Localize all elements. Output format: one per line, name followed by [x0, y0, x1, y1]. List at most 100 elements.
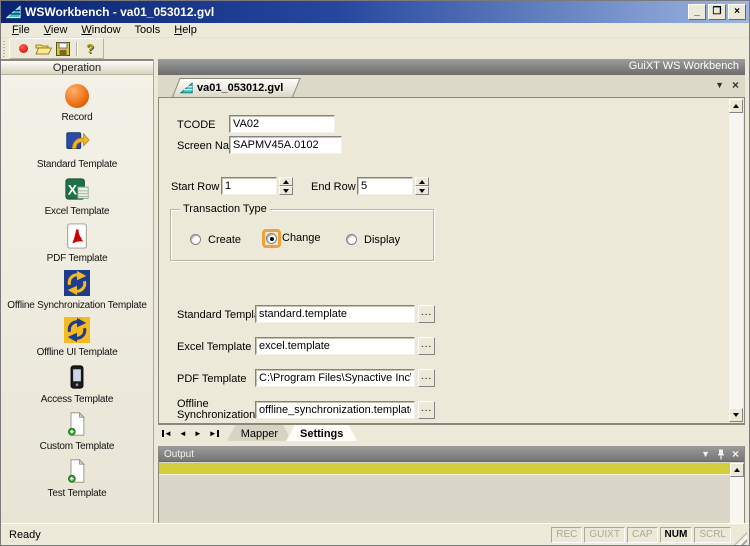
pdf-template-input[interactable]: [255, 369, 415, 387]
offline-ui-template-icon: [63, 316, 91, 344]
status-rec: REC: [551, 527, 582, 543]
record-sphere-icon: [63, 82, 91, 110]
sidebar-item-excel-template[interactable]: X Excel Template: [1, 175, 153, 217]
radio-create-circle[interactable]: [190, 234, 201, 245]
tab-nav-buttons: ◄ ◄ ► ►: [158, 425, 227, 441]
radio-create-label: Create: [208, 234, 241, 246]
last-tab-icon[interactable]: ►: [209, 429, 219, 438]
menu-view[interactable]: View: [37, 24, 75, 36]
sidebar-header: Operation: [1, 59, 153, 75]
sidebar-item-standard-template[interactable]: Standard Template: [1, 128, 153, 170]
end-row-up-button[interactable]: [415, 177, 429, 186]
menu-tools[interactable]: Tools: [128, 24, 168, 36]
excel-template-icon: X: [63, 175, 91, 203]
output-title-bar: Output ▼ ×: [159, 446, 744, 461]
tcode-input[interactable]: [229, 115, 335, 133]
output-scrollbar[interactable]: [730, 463, 744, 525]
first-tab-icon[interactable]: ◄: [162, 429, 172, 438]
output-dropdown-icon[interactable]: ▼: [701, 448, 710, 460]
open-button[interactable]: [33, 40, 53, 57]
prev-tab-icon[interactable]: ◄: [179, 429, 187, 438]
menu-help[interactable]: Help: [167, 24, 204, 36]
save-button[interactable]: [53, 40, 73, 57]
radio-create[interactable]: Create: [188, 232, 241, 247]
end-row-spinner: [357, 177, 429, 195]
document-tab-row: va01_053012.gvl ▼ ×: [158, 75, 745, 97]
sidebar-item-offline-sync-template[interactable]: Offline Synchronization Template: [1, 269, 153, 311]
help-icon: ?: [86, 41, 94, 56]
settings-panel: TCODE Screen Name Start Row End Row: [158, 97, 745, 424]
screen-name-input[interactable]: [229, 136, 342, 154]
start-row-input[interactable]: [221, 177, 277, 195]
radio-change[interactable]: Change: [266, 232, 321, 244]
minimize-button[interactable]: _: [688, 4, 706, 20]
end-row-down-button[interactable]: [415, 186, 429, 195]
record-button[interactable]: [13, 40, 33, 57]
open-folder-icon: [35, 42, 52, 55]
output-close-icon[interactable]: ×: [732, 448, 739, 460]
sidebar-item-label: Record: [1, 112, 153, 123]
offline-synchronization-input[interactable]: [255, 401, 415, 419]
output-title: Output: [164, 449, 701, 460]
tab-va01-053012[interactable]: va01_053012.gvl: [172, 78, 293, 97]
next-tab-icon[interactable]: ►: [194, 429, 202, 438]
guixt-logo-icon: [180, 82, 193, 94]
output-scroll-up-icon[interactable]: [730, 463, 744, 477]
offline-synchronization-browse-button[interactable]: ...: [418, 401, 435, 419]
scroll-down-icon[interactable]: [729, 408, 743, 422]
toolbar: ?: [1, 38, 749, 59]
window-title: WSWorkbench - va01_053012.gvl: [25, 5, 688, 19]
sidebar-item-custom-template[interactable]: Custom Template: [1, 410, 153, 452]
transaction-type-groupbox: Transaction Type Create Change Display: [170, 209, 434, 261]
standard-template-browse-button[interactable]: ...: [418, 305, 435, 323]
help-button[interactable]: ?: [80, 40, 100, 57]
sidebar-item-label: PDF Template: [1, 253, 153, 264]
sidebar-item-label: Test Template: [1, 488, 153, 499]
start-row-up-button[interactable]: [279, 177, 293, 186]
sidebar-item-access-template[interactable]: Access Template: [1, 363, 153, 405]
sidebar-item-record[interactable]: Record: [1, 82, 153, 123]
end-row-label: End Row: [311, 181, 356, 193]
resize-grip-icon[interactable]: [734, 532, 747, 545]
pdf-template-browse-button[interactable]: ...: [418, 369, 435, 387]
standard-template-input[interactable]: [255, 305, 415, 323]
sidebar-item-label: Offline UI Template: [1, 347, 153, 358]
output-panel: Output ▼ ×: [158, 446, 745, 526]
sidebar-item-pdf-template[interactable]: PDF Template: [1, 222, 153, 264]
app-window: WSWorkbench - va01_053012.gvl _ ❐ × File…: [0, 0, 750, 546]
scroll-up-icon[interactable]: [729, 99, 743, 113]
close-button[interactable]: ×: [728, 4, 746, 20]
sidebar-item-test-template[interactable]: Test Template: [1, 457, 153, 499]
output-pin-icon[interactable]: [717, 449, 725, 460]
pdf-template-icon: [63, 222, 91, 250]
change-highlight-box: [262, 229, 281, 248]
status-indicators: REC GUIXT CAP NUM SCRL: [551, 527, 731, 543]
radio-display-circle[interactable]: [346, 234, 357, 245]
maximize-button[interactable]: ❐: [708, 4, 726, 20]
output-selected-row[interactable]: [159, 463, 730, 475]
excel-template-input[interactable]: [255, 337, 415, 355]
end-row-input[interactable]: [357, 177, 413, 195]
radio-display[interactable]: Display: [344, 232, 400, 247]
tab-list-dropdown-icon[interactable]: ▼: [715, 79, 724, 91]
svg-text:X: X: [68, 182, 78, 198]
settings-scrollbar[interactable]: [729, 99, 743, 422]
operation-sidebar: Operation Record Standard Templ: [1, 59, 154, 526]
tab-close-icon[interactable]: ×: [732, 79, 739, 91]
menu-file[interactable]: File: [5, 24, 37, 36]
radio-change-circle[interactable]: [266, 233, 277, 244]
excel-template-browse-button[interactable]: ...: [418, 337, 435, 355]
main-area: GuiXT WS Workbench va01_053012.gvl ▼ ×: [158, 59, 749, 526]
tab-mapper[interactable]: Mapper: [227, 425, 292, 441]
radio-change-label: Change: [282, 232, 321, 244]
menu-window[interactable]: Window: [74, 24, 127, 36]
record-icon: [19, 44, 28, 53]
document-tab-label: va01_053012.gvl: [197, 82, 283, 94]
toolbar-grip[interactable]: [3, 41, 5, 57]
offline-synchronization-label: Offline Synchronization: [177, 399, 253, 421]
tcode-label: TCODE: [177, 119, 216, 131]
sidebar-item-offline-ui-template[interactable]: Offline UI Template: [1, 316, 153, 358]
tab-settings[interactable]: Settings: [286, 425, 357, 441]
status-scrl: SCRL: [694, 527, 731, 543]
start-row-down-button[interactable]: [279, 186, 293, 195]
